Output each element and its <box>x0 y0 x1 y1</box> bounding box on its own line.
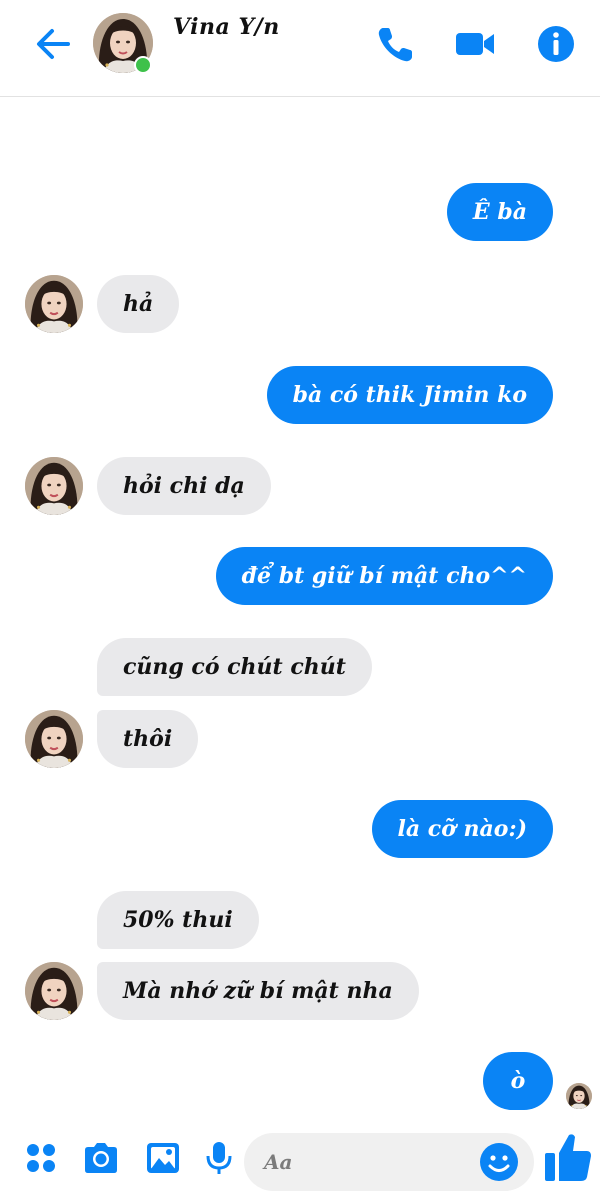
message-outgoing[interactable]: ò <box>483 1052 553 1110</box>
message-incoming[interactable]: cũng có chút chút <box>97 638 372 696</box>
contact-avatar[interactable] <box>25 962 83 1020</box>
message-incoming[interactable]: Mà nhớ zữ bí mật nha <box>97 962 419 1020</box>
contact-name[interactable]: Vina Y/n <box>173 14 280 40</box>
seen-avatar <box>566 1083 592 1109</box>
apps-grid-icon[interactable] <box>22 1139 60 1177</box>
message-incoming[interactable]: hả <box>97 275 180 333</box>
chat-header: Vina Y/n <box>0 0 600 97</box>
info-icon[interactable] <box>534 22 578 66</box>
contact-avatar[interactable] <box>25 457 83 515</box>
message-outgoing[interactable]: để bt giữ bí mật cho^^ <box>215 547 553 605</box>
message-outgoing[interactable]: bà có thik Jimin ko <box>266 366 553 424</box>
phone-icon[interactable] <box>374 22 418 66</box>
message-input[interactable]: Aa <box>244 1133 534 1191</box>
video-camera-icon[interactable] <box>453 22 497 66</box>
message-input-placeholder: Aa <box>264 1150 293 1174</box>
message-composer: Aa <box>0 1125 600 1195</box>
contact-avatar[interactable] <box>25 710 83 768</box>
message-outgoing[interactable]: Ê bà <box>446 183 553 241</box>
message-incoming[interactable]: thôi <box>97 710 199 768</box>
microphone-icon[interactable] <box>200 1139 238 1177</box>
online-status-dot <box>134 56 152 74</box>
contact-avatar[interactable] <box>25 275 83 333</box>
camera-icon[interactable] <box>82 1139 120 1177</box>
message-outgoing[interactable]: là cỡ nào:) <box>371 800 553 858</box>
message-incoming[interactable]: 50% thui <box>97 891 259 949</box>
image-icon[interactable] <box>144 1139 182 1177</box>
message-incoming[interactable]: hỏi chi dạ <box>97 457 271 515</box>
emoji-icon[interactable] <box>478 1141 520 1183</box>
back-arrow-icon[interactable] <box>30 24 74 64</box>
thumbs-up-icon[interactable] <box>543 1131 593 1185</box>
